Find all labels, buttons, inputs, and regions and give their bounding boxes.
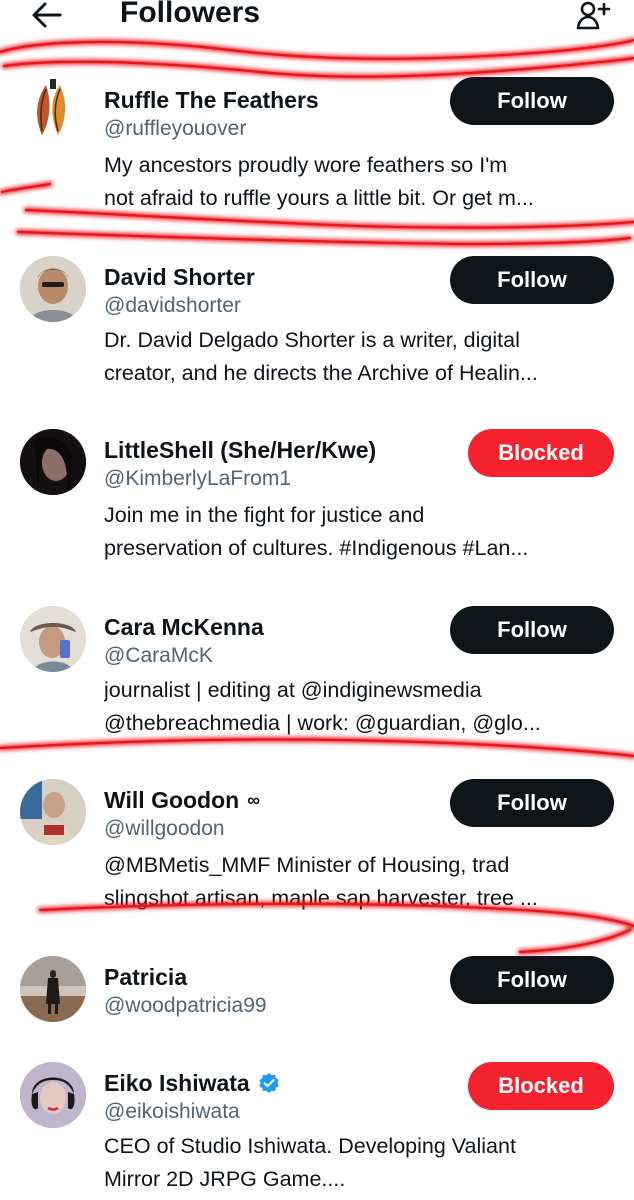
avatar[interactable]	[20, 1062, 86, 1128]
user-handle: @woodpatricia99	[104, 994, 267, 1017]
user-handle: @ruffleyouover	[104, 117, 247, 140]
list-item[interactable]: Cara McKenna @CaraMcK journalist | editi…	[0, 606, 634, 762]
profile-photo	[20, 606, 86, 672]
list-item[interactable]: Will Goodon ∞ @willgoodon @MBMetis_MMF M…	[0, 779, 634, 935]
avatar[interactable]	[20, 779, 86, 845]
follow-button[interactable]: Follow	[450, 779, 614, 827]
user-name[interactable]: Will Goodon	[104, 787, 239, 814]
profile-photo	[20, 779, 86, 845]
profile-photo	[20, 956, 86, 1022]
user-handle: @eikoishiwata	[104, 1100, 240, 1123]
user-name[interactable]: LittleShell (She/Her/Kwe)	[104, 437, 376, 464]
user-bio: Dr. David Delgado Shorter is a writer, d…	[104, 328, 538, 385]
verified-badge-icon	[258, 1073, 279, 1093]
arrow-left-icon[interactable]	[30, 0, 64, 30]
infinity-symbol: ∞	[247, 789, 261, 810]
follow-button[interactable]: Follow	[450, 256, 614, 304]
avatar[interactable]	[20, 429, 86, 495]
avatar[interactable]	[20, 606, 86, 672]
page-title: Followers	[120, 0, 261, 29]
user-name[interactable]: Eiko Ishiwata	[104, 1070, 250, 1097]
user-bio: Join me in the fight for justice and pre…	[104, 503, 529, 560]
top-bar: Followers	[0, 0, 634, 40]
list-item[interactable]: Patricia @woodpatricia99 Follow	[0, 956, 634, 1042]
user-handle: @willgoodon	[104, 817, 225, 840]
blocked-button[interactable]: Blocked	[468, 429, 614, 477]
follow-button[interactable]: Follow	[450, 956, 614, 1004]
user-name[interactable]: Ruffle The Feathers	[104, 87, 319, 114]
follow-button[interactable]: Follow	[450, 606, 614, 654]
list-item[interactable]: LittleShell (She/Her/Kwe) @KimberlyLaFro…	[0, 429, 634, 585]
list-item[interactable]: Eiko Ishiwata @eikoishiwata CEO of Studi…	[0, 1062, 634, 1200]
avatar[interactable]	[20, 956, 86, 1022]
list-item[interactable]: David Shorter @davidshorter Dr. David De…	[0, 256, 634, 412]
avatar[interactable]	[20, 77, 86, 143]
list-item[interactable]: Ruffle The Feathers @ruffleyouover My an…	[0, 77, 634, 235]
blocked-button[interactable]: Blocked	[468, 1062, 614, 1110]
user-handle: @CaraMcK	[104, 644, 213, 667]
user-bio: @MBMetis_MMF Minister of Housing, trad s…	[104, 853, 538, 910]
user-bio: My ancestors proudly wore feathers so I'…	[104, 153, 534, 210]
user-name[interactable]: David Shorter	[104, 264, 255, 291]
profile-photo	[20, 429, 86, 495]
profile-photo	[20, 256, 86, 322]
user-bio: CEO of Studio Ishiwata. Developing Valia…	[104, 1134, 516, 1191]
avatar[interactable]	[20, 256, 86, 322]
feathers-image	[37, 79, 66, 135]
follow-button[interactable]: Follow	[450, 77, 614, 125]
user-name[interactable]: Cara McKenna	[104, 614, 264, 641]
user-name[interactable]: Patricia	[104, 964, 187, 991]
user-handle: @davidshorter	[104, 294, 241, 317]
add-user-icon[interactable]	[576, 0, 612, 32]
user-bio: journalist | editing at @indiginewsmedia…	[104, 678, 541, 735]
profile-photo	[20, 1062, 86, 1128]
user-handle: @KimberlyLaFrom1	[104, 467, 292, 490]
